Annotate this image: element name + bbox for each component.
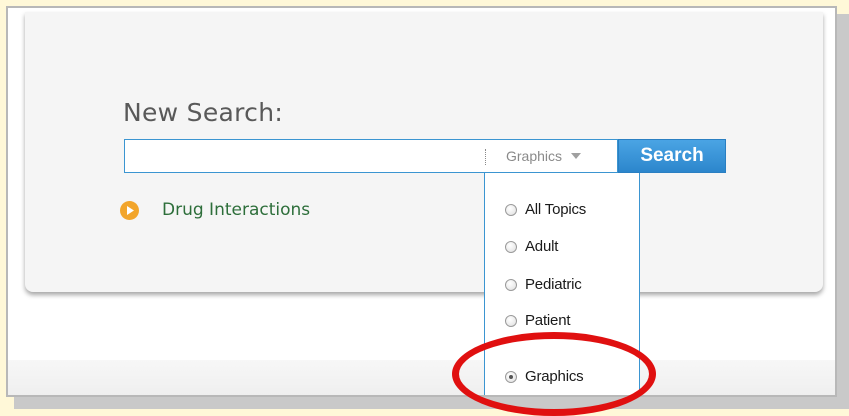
scope-option-pediatric[interactable]: Pediatric: [505, 276, 582, 293]
search-input[interactable]: [125, 140, 481, 172]
scope-select[interactable]: Graphics: [491, 140, 617, 172]
play-circle-icon: [120, 200, 139, 220]
caret-down-icon: [571, 153, 582, 159]
radio-button: [505, 203, 517, 216]
radio-button: [505, 240, 517, 253]
scope-option-graphics[interactable]: Graphics: [505, 368, 584, 385]
drug-interactions-link[interactable]: Drug Interactions: [120, 200, 310, 220]
scope-select-label: Graphics: [506, 148, 563, 164]
scope-option-label: Patient: [525, 312, 571, 329]
screenshot-frame: New Search: Graphics Search Drug Interac…: [6, 6, 837, 397]
scope-option-label: Adult: [525, 238, 559, 255]
scope-option-label: Graphics: [525, 368, 584, 385]
drug-interactions-label: Drug Interactions: [162, 200, 311, 220]
scope-option-adult[interactable]: Adult: [505, 238, 558, 255]
search-box: Graphics: [124, 139, 618, 173]
radio-button-selected: [505, 370, 517, 383]
scope-option-all-topics[interactable]: All Topics: [505, 201, 586, 218]
field-divider: [485, 149, 486, 165]
scope-option-label: Pediatric: [525, 276, 582, 293]
radio-button: [505, 278, 517, 291]
scope-option-patient[interactable]: Patient: [505, 312, 571, 329]
footer-band: [8, 360, 835, 395]
scope-option-label: All Topics: [525, 201, 587, 218]
radio-button: [505, 314, 517, 327]
search-button[interactable]: Search: [618, 139, 726, 173]
scope-dropdown-menu: All Topics Adult Pediatric Patient Graph…: [484, 173, 640, 395]
page-title: New Search:: [123, 98, 284, 127]
